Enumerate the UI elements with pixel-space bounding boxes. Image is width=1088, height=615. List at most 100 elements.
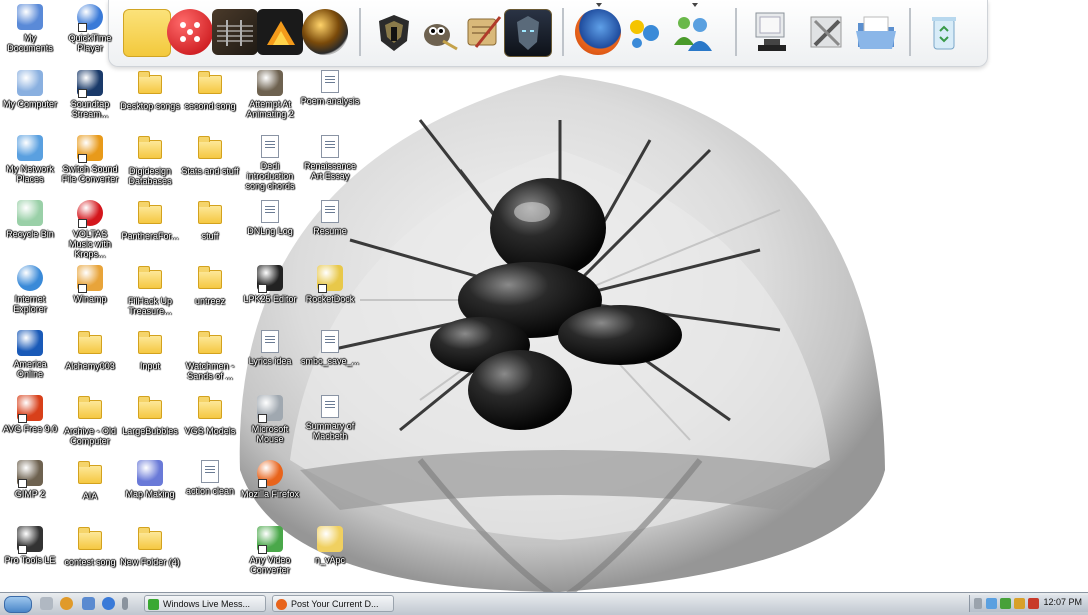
folder-icon — [198, 331, 222, 354]
tray-avg-icon[interactable] — [1028, 598, 1039, 609]
desktop-icon[interactable]: New Folder (4) — [120, 526, 180, 567]
dock-gimp-icon[interactable] — [415, 9, 461, 55]
desktop-icon[interactable]: Switch Sound File Converter — [60, 135, 120, 184]
desktop-icon[interactable]: VOLTAS Music with Krops... — [60, 200, 120, 259]
desktop-icon[interactable]: Alchemy003 — [60, 330, 120, 371]
dock-recycle-bin-icon[interactable] — [921, 9, 967, 55]
desktop-icon[interactable]: n_vApc — [300, 526, 360, 565]
tray-messenger-icon[interactable] — [1000, 598, 1011, 609]
desktop-icon[interactable]: Desktop songs — [120, 70, 180, 111]
dock-folder-icon[interactable] — [123, 9, 171, 57]
desktop-icon[interactable]: QuickTime Player — [60, 4, 120, 53]
desktop-icon[interactable]: action clean — [180, 460, 240, 496]
desktop-icon[interactable]: untreez — [180, 265, 240, 306]
dock-fl-studio-icon[interactable] — [257, 9, 303, 55]
desktop-icon[interactable]: smbc_save_... — [300, 330, 360, 366]
dock-folder-blue-icon[interactable] — [853, 9, 899, 55]
desktop-icon-label: Recycle Bin — [6, 229, 54, 239]
taskbar-task-messenger[interactable]: Windows Live Mess... — [144, 595, 266, 612]
quicklaunch-ie-icon[interactable] — [102, 597, 115, 610]
desktop-icon[interactable]: stuff — [180, 200, 240, 241]
tray-chevron-icon[interactable] — [974, 598, 982, 609]
text-document-icon — [261, 135, 279, 158]
quicklaunch-desktop-icon[interactable] — [82, 597, 95, 610]
desktop-icon-label: Stats and stuff — [181, 166, 239, 176]
dock-disc-orb-icon[interactable] — [302, 9, 348, 55]
text-document-icon — [261, 330, 279, 353]
desktop-icon-label: Pro Tools LE — [4, 555, 56, 565]
folder-icon — [198, 71, 222, 94]
desktop-icon-label: AIA — [82, 491, 98, 501]
desktop-icon[interactable]: Attempt At Animating 2 — [240, 70, 300, 119]
guitar-strings-icon — [217, 20, 253, 46]
mydocs-icon — [17, 4, 43, 30]
desktop-icon[interactable]: America Online — [0, 330, 60, 379]
desktop-icon[interactable]: FilHack Up Treasure... — [120, 265, 180, 316]
tray-volume-icon[interactable] — [1014, 598, 1025, 609]
dock-warcraft-helm-icon[interactable] — [371, 9, 417, 55]
shortcut-arrow-icon — [78, 284, 87, 293]
desktop-icon[interactable]: Lyrics idea — [240, 330, 300, 366]
desktop-icon[interactable]: second song — [180, 70, 240, 111]
desktop-icon[interactable]: My Network Places — [0, 135, 60, 184]
desktop-icon[interactable]: Digidesign Databases — [120, 135, 180, 186]
desktop-icon[interactable]: My Documents — [0, 4, 60, 53]
desktop-icon[interactable]: My Computer — [0, 70, 60, 109]
desktop-icon[interactable]: RocketDock — [300, 265, 360, 304]
desktop-icon[interactable]: Winamp — [60, 265, 120, 304]
desktop-icon[interactable]: AVG Free 9.0 — [0, 395, 60, 434]
taskbar-task-firefox[interactable]: Post Your Current D... — [272, 595, 394, 612]
quicklaunch-media-icon[interactable] — [60, 597, 73, 610]
desktop-icon[interactable]: Microsoft Mouse — [240, 395, 300, 444]
desktop-icon-label: contest song — [64, 557, 116, 567]
clock[interactable]: 12:07 PM — [1043, 597, 1082, 607]
desktop-icon[interactable]: Dedi introduction song chords — [240, 135, 300, 191]
folder-icon — [138, 396, 162, 419]
desktop-icon[interactable]: AIA — [60, 460, 120, 501]
aol-icon — [17, 330, 43, 356]
desktop-icon[interactable]: Any Video Converter — [240, 526, 300, 575]
dock-live-messenger-icon[interactable] — [669, 9, 715, 55]
desktop-icon-label: Dedi introduction song chords — [245, 161, 295, 191]
dock-firefox-icon[interactable] — [575, 9, 621, 55]
desktop-icon[interactable]: Archive - Old Computer — [60, 395, 120, 446]
desktop-icon[interactable]: Summary of Macbeth — [300, 395, 360, 441]
desktop-icon[interactable]: Watchmen - Sands of ... — [180, 330, 240, 381]
desktop-icon[interactable]: Renaissance Art Essay — [300, 135, 360, 181]
dock-tools-icon[interactable] — [803, 9, 849, 55]
dock-messenger-icon[interactable] — [621, 9, 667, 55]
desktop-icon[interactable]: Map Making — [120, 460, 180, 499]
desktop-icon[interactable]: contest song — [60, 526, 120, 567]
desktop-icon[interactable]: Pro Tools LE — [0, 526, 60, 565]
dock-lich-king-icon[interactable] — [504, 9, 552, 57]
desktop-icon[interactable]: LargeBubbles — [120, 395, 180, 436]
desktop-icon[interactable]: Soundtap Stream... — [60, 70, 120, 119]
gear-icon — [137, 460, 163, 486]
desktop-icon[interactable]: VGS Models — [180, 395, 240, 436]
desktop-icon[interactable]: DNLng Log — [240, 200, 300, 236]
dock-guitar-icon[interactable] — [212, 9, 258, 55]
zip-icon — [317, 526, 343, 552]
dock-scroll-icon[interactable] — [460, 9, 506, 55]
desktop-icon[interactable]: Internet Explorer — [0, 265, 60, 314]
desktop-icon-label: smbc_save_... — [300, 356, 360, 366]
desktop-icon[interactable]: Resume — [300, 200, 360, 236]
desktop-icon[interactable]: LPK25 Editor — [240, 265, 300, 304]
desktop-icon-label: stuff — [201, 231, 219, 241]
desktop-icon[interactable]: PantheraFor... — [120, 200, 180, 241]
quicklaunch-back-icon[interactable] — [40, 597, 53, 610]
desktop-icon[interactable]: GIMP 2 — [0, 460, 60, 499]
tray-network-icon[interactable] — [986, 598, 997, 609]
folder-icon — [138, 201, 162, 224]
desktop-icon[interactable]: Recycle Bin — [0, 200, 60, 239]
dock-my-computer-icon[interactable] — [749, 9, 795, 55]
desktop-icon[interactable]: Input — [120, 330, 180, 371]
folder-icon — [198, 201, 222, 224]
desktop-icon[interactable]: Poem analysis — [300, 70, 360, 106]
dock-dice-icon[interactable] — [167, 9, 213, 55]
scroll-quill-icon — [467, 16, 502, 48]
desktop-icon[interactable]: Stats and stuff — [180, 135, 240, 176]
desktop-icon[interactable]: Mozilla Firefox — [240, 460, 300, 499]
start-button-icon[interactable] — [4, 596, 32, 613]
quicklaunch-more-icon[interactable] — [122, 597, 128, 610]
